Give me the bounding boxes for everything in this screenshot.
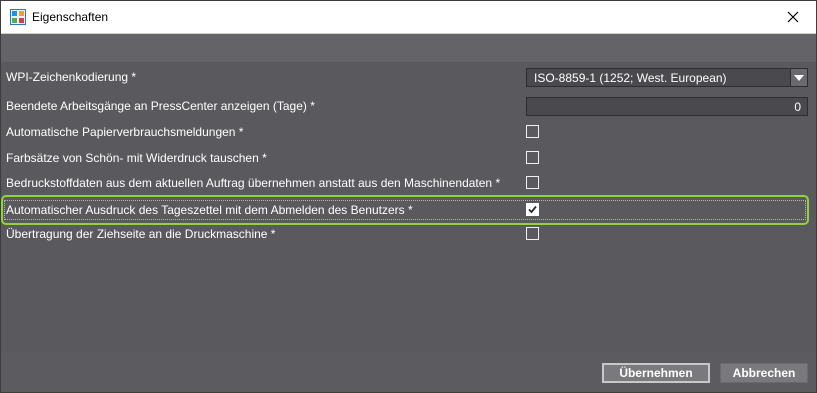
close-button[interactable] bbox=[770, 1, 816, 33]
transfer-pull-side-checkbox[interactable] bbox=[526, 227, 539, 240]
substrate-data-checkbox[interactable] bbox=[526, 176, 539, 189]
setting-label: Bedruckstoffdaten aus dem aktuellen Auft… bbox=[6, 176, 501, 190]
setting-row-encoding: WPI-Zeichenkodierung * ISO-8859-1 (1252;… bbox=[1, 65, 816, 89]
header-band bbox=[1, 34, 816, 63]
auto-print-day-sheet-checkbox[interactable] bbox=[526, 203, 539, 216]
select-value: ISO-8859-1 (1252; West. European) bbox=[534, 71, 727, 85]
setting-label: Automatischer Ausdruck des Tageszettel m… bbox=[6, 203, 413, 217]
setting-label: Übertragung der Ziehseite an die Druckma… bbox=[6, 227, 276, 241]
dropdown-button[interactable] bbox=[790, 69, 807, 86]
checkmark-icon bbox=[528, 205, 537, 214]
title-bar: Eigenschaften bbox=[1, 1, 816, 34]
settings-panel: WPI-Zeichenkodierung * ISO-8859-1 (1252;… bbox=[1, 62, 816, 352]
setting-row-paper-consumption: Automatische Papierverbrauchsmeldungen * bbox=[1, 120, 816, 144]
setting-label: WPI-Zeichenkodierung * bbox=[6, 70, 137, 84]
chevron-down-icon bbox=[794, 74, 804, 81]
setting-row-swap-color-sets: Farbsätze von Schön- mit Widerdruck taus… bbox=[1, 146, 816, 170]
setting-label: Farbsätze von Schön- mit Widerdruck taus… bbox=[6, 151, 267, 165]
cancel-button[interactable]: Abbrechen bbox=[720, 363, 808, 383]
properties-app-icon bbox=[10, 9, 26, 25]
setting-row-finished-jobs-days: Beendete Arbeitsgänge an PressCenter anz… bbox=[1, 94, 816, 118]
properties-dialog: Eigenschaften WPI-Zeichenkodierung * ISO… bbox=[0, 0, 817, 393]
paper-consumption-checkbox[interactable] bbox=[526, 125, 539, 138]
window-title: Eigenschaften bbox=[32, 10, 109, 24]
days-number-input[interactable] bbox=[526, 97, 808, 116]
encoding-select[interactable]: ISO-8859-1 (1252; West. European) bbox=[526, 68, 808, 87]
apply-button[interactable]: Übernehmen bbox=[602, 363, 710, 383]
setting-row-auto-print-day-sheet: Automatischer Ausdruck des Tageszettel m… bbox=[1, 197, 816, 221]
setting-row-transfer-pull-side: Übertragung der Ziehseite an die Druckma… bbox=[1, 222, 816, 246]
setting-row-substrate-data: Bedruckstoffdaten aus dem aktuellen Auft… bbox=[1, 171, 816, 195]
close-icon bbox=[787, 11, 799, 23]
swap-color-sets-checkbox[interactable] bbox=[526, 151, 539, 164]
setting-label: Automatische Papierverbrauchsmeldungen * bbox=[6, 125, 244, 139]
setting-label: Beendete Arbeitsgänge an PressCenter anz… bbox=[6, 99, 315, 113]
